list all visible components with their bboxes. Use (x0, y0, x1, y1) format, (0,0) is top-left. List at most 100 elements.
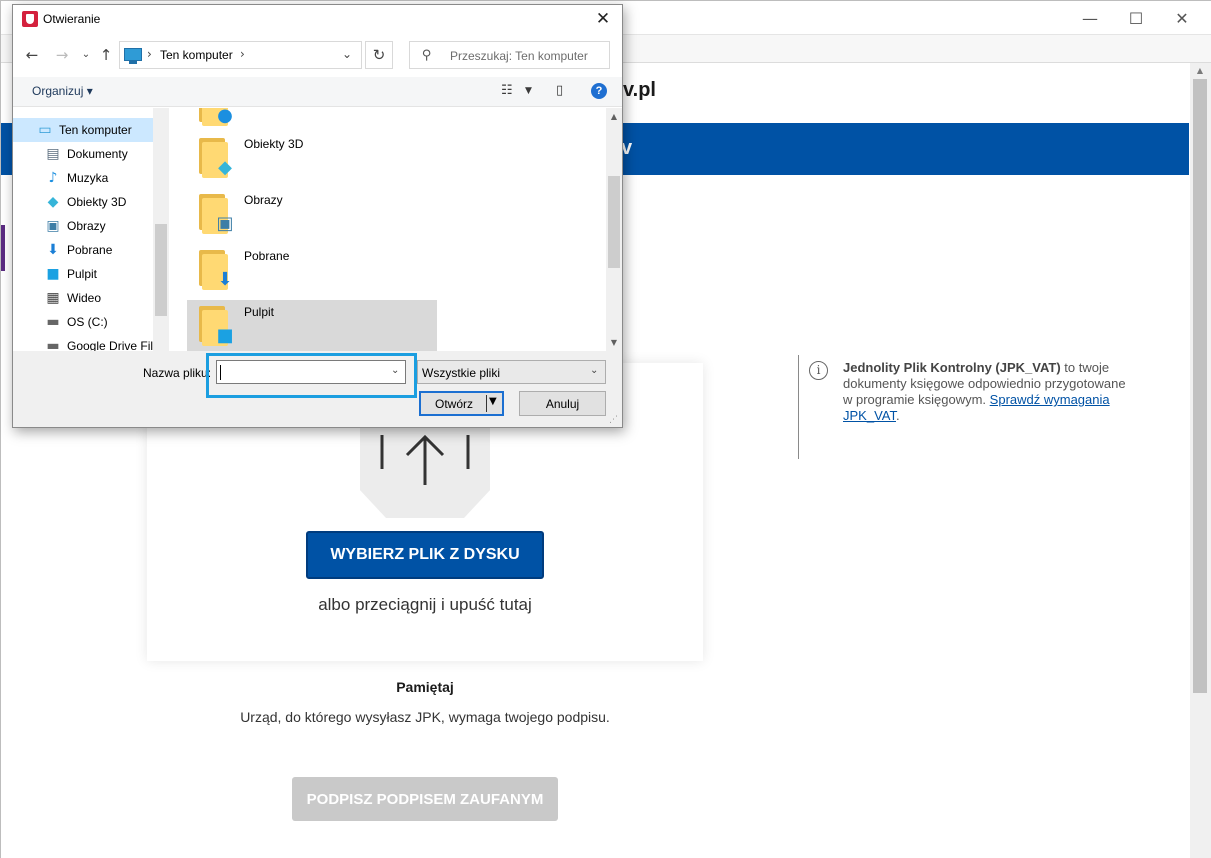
page-scroll-thumb[interactable] (1193, 79, 1207, 693)
organize-menu[interactable]: Organizuj ▾ (32, 84, 93, 98)
file-item-label: Pobrane (244, 249, 290, 263)
file-list-scrollbar[interactable]: ▲ ▼ (606, 108, 622, 351)
filename-label: Nazwa pliku: (143, 366, 212, 380)
folder-icon: ● (199, 108, 233, 126)
tree-item-google-drive[interactable]: ▬ Google Drive File (13, 334, 159, 351)
tree-item-desktop[interactable]: ■ Pulpit (13, 262, 153, 286)
sign-trusted-button[interactable]: PODPISZ PODPISEM ZAUFANYM (292, 777, 558, 821)
tree-item-3d-objects[interactable]: ◆ Obiekty 3D (13, 190, 153, 214)
desktop-folder-icon: ■ (199, 306, 234, 346)
google-drive-icon: ▬ (46, 338, 60, 351)
tree-item-label: Muzyka (67, 171, 109, 185)
refresh-button[interactable]: ↻ (365, 41, 393, 69)
dialog-toolbar: Organizuj ▾ ☷ ▼ ▯ ? (13, 77, 622, 107)
side-accent (1, 225, 5, 271)
open-options-arrow-icon[interactable]: ▼ (489, 396, 497, 407)
app-emblem-icon (22, 11, 38, 27)
search-input[interactable]: ⚲ Przeszukaj: Ten komputer (409, 41, 610, 69)
desktop-icon: ■ (46, 266, 60, 282)
tree-scroll-thumb[interactable] (155, 224, 167, 316)
tree-item-music[interactable]: ♪ Muzyka (13, 166, 153, 190)
scroll-down-arrow-icon[interactable]: ▼ (608, 337, 620, 349)
navigation-bar: ← → ⌄ ↑ › Ten komputer › ⌄ ↻ ⚲ Przeszuka… (13, 39, 622, 71)
tree-item-video[interactable]: ▦ Wideo (13, 286, 153, 310)
scroll-up-arrow-icon[interactable]: ▲ (608, 111, 620, 123)
pc-icon (124, 48, 142, 64)
info-end: . (895, 408, 900, 423)
open-file-dialog: Otwieranie ✕ ← → ⌄ ↑ › Ten komputer › ⌄ … (12, 4, 623, 428)
breadcrumb-dropdown-icon[interactable]: ⌄ (342, 47, 352, 61)
pictures-folder-icon: ▣ (199, 194, 234, 234)
open-button[interactable]: Otwórz ▼ (419, 391, 504, 416)
page-scrollbar[interactable]: ▲ (1190, 63, 1211, 858)
file-type-value: Wszystkie pliki (422, 366, 501, 380)
file-item-partial[interactable]: ● (187, 108, 437, 132)
file-list-scroll-thumb[interactable] (608, 176, 620, 268)
tree-item-label: Obiekty 3D (67, 195, 127, 209)
dialog-close-button[interactable]: ✕ (585, 5, 621, 33)
downloads-folder-icon: ⬇ (199, 250, 233, 290)
breadcrumb-location[interactable]: Ten komputer (160, 48, 233, 62)
split-divider (486, 395, 487, 412)
drop-hint: albo przeciągnij i upuść tutaj (318, 595, 532, 614)
chevron-down-icon[interactable]: ⌄ (590, 365, 598, 376)
file-item-pictures[interactable]: ▣ Obrazy (187, 188, 437, 240)
info-text: Jednolity Plik Kontrolny (JPK_VAT) to tw… (843, 360, 1133, 424)
info-panel: i Jednolity Plik Kontrolny (JPK_VAT) to … (798, 355, 1138, 459)
maximize-button[interactable]: ☐ (1113, 1, 1159, 35)
up-arrow-icon[interactable]: ↑ (95, 43, 117, 67)
choose-file-button[interactable]: WYBIERZ PLIK Z DYSKU (306, 531, 544, 579)
tree-item-label: Wideo (67, 291, 102, 305)
file-list: ● ◆ Obiekty 3D ▣ Obrazy ⬇ Pobrane ■ Pulp… (169, 108, 622, 351)
search-placeholder: Przeszukaj: Ten komputer (450, 49, 588, 63)
file-item-desktop[interactable]: ■ Pulpit (187, 300, 437, 351)
view-dropdown-icon[interactable]: ▼ (525, 86, 532, 96)
resize-grip-icon[interactable]: ⋰ (609, 415, 618, 425)
chevron-down-icon[interactable]: ⌄ (391, 365, 399, 376)
file-type-filter[interactable]: Wszystkie pliki ⌄ (417, 360, 606, 384)
scroll-up-arrow-icon[interactable]: ▲ (1193, 65, 1207, 77)
tree-item-pictures[interactable]: ▣ Obrazy (13, 214, 153, 238)
open-button-label: Otwórz (435, 397, 474, 411)
pictures-icon: ▣ (46, 218, 60, 234)
back-arrow-icon[interactable]: ← (21, 43, 43, 67)
tree-item-label: Pobrane (67, 243, 113, 257)
view-options-icon[interactable]: ☷ (501, 83, 513, 98)
preview-pane-icon[interactable]: ▯ (556, 83, 563, 98)
3d-objects-icon: ◆ (47, 194, 59, 210)
minimize-button[interactable]: — (1067, 1, 1113, 35)
navigation-tree: ▭ Ten komputer ▤ Dokumenty ♪ Muzyka ◆ Ob… (13, 108, 169, 351)
tree-item-os-c[interactable]: ▬ OS (C:) (13, 310, 153, 334)
search-icon: ⚲ (422, 48, 432, 63)
tree-item-this-pc[interactable]: ▭ Ten komputer (13, 118, 153, 142)
tree-item-downloads[interactable]: ⬇ Pobrane (13, 238, 153, 262)
help-icon[interactable]: ? (591, 83, 607, 99)
info-icon: i (809, 361, 828, 380)
dialog-titlebar[interactable]: Otwieranie ✕ (13, 5, 622, 34)
tree-item-label: Dokumenty (67, 147, 128, 161)
site-logo[interactable]: v.pl (623, 79, 656, 102)
drive-icon: ▬ (46, 314, 60, 330)
filename-input[interactable]: ⌄ (216, 360, 406, 384)
pc-icon: ▭ (38, 122, 52, 138)
file-item-3d-objects[interactable]: ◆ Obiekty 3D (187, 132, 437, 184)
tree-scrollbar[interactable] (153, 108, 169, 351)
tree-item-label: Pulpit (67, 267, 98, 281)
breadcrumb-chevron-icon[interactable]: › (147, 47, 152, 61)
music-icon: ♪ (48, 170, 58, 186)
tree-item-label: Google Drive File (67, 339, 160, 351)
remember-text: Urząd, do którego wysyłasz JPK, wymaga t… (240, 709, 610, 725)
tree-item-label: Obrazy (67, 219, 106, 233)
remember-heading: Pamiętaj (396, 679, 454, 695)
recent-locations-chevron-icon[interactable]: ⌄ (75, 43, 97, 67)
file-item-label: Pulpit (244, 305, 275, 319)
breadcrumb-chevron-icon[interactable]: › (240, 47, 245, 61)
file-item-downloads[interactable]: ⬇ Pobrane (187, 244, 437, 296)
tree-item-documents[interactable]: ▤ Dokumenty (13, 142, 153, 166)
forward-arrow-icon[interactable]: → (51, 43, 73, 67)
video-icon: ▦ (46, 290, 60, 306)
close-window-button[interactable]: ✕ (1159, 1, 1205, 35)
cancel-button[interactable]: Anuluj (519, 391, 606, 416)
file-item-label: Obiekty 3D (244, 137, 304, 151)
breadcrumb[interactable]: › Ten komputer › ⌄ (119, 41, 362, 69)
